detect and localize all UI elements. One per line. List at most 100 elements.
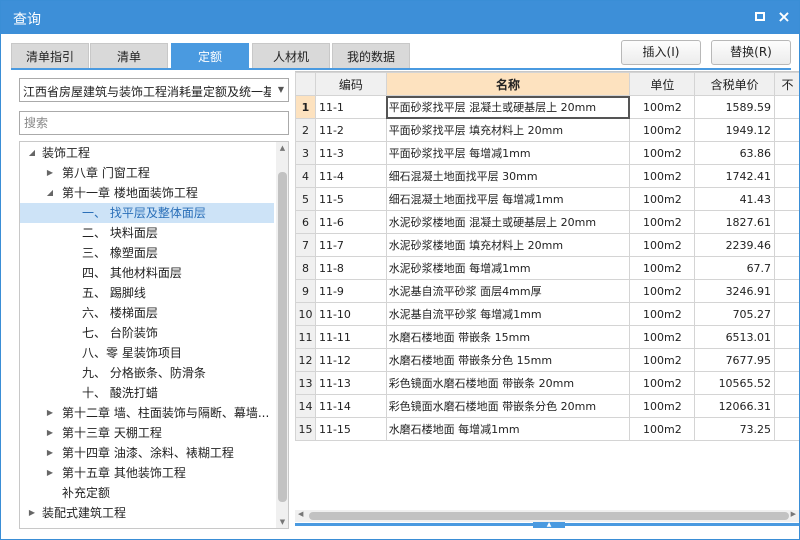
table-row[interactable]: 7 11-7 水泥砂浆楼地面 填充材料上 20mm 100m2 2239.46: [295, 233, 799, 257]
tree-scrollbar[interactable]: ▲ ▼: [276, 142, 288, 528]
tree-item-decoration[interactable]: ◢ 装饰工程: [20, 143, 274, 163]
table-row[interactable]: 4 11-4 细石混凝土地面找平层 30mm 100m2 1742.41: [295, 164, 799, 188]
cell-extra[interactable]: [774, 279, 799, 303]
collapse-icon[interactable]: ◢: [26, 143, 38, 163]
cell-code[interactable]: 11-9: [314, 279, 387, 303]
cell-name[interactable]: 细石混凝土地面找平层 每增减1mm: [385, 187, 631, 211]
cell-unit[interactable]: 100m2: [629, 187, 696, 211]
cell-code[interactable]: 11-1: [314, 95, 387, 119]
maximize-icon[interactable]: [751, 8, 769, 26]
cell-extra[interactable]: [774, 371, 799, 395]
cell-price[interactable]: 6513.01: [694, 325, 776, 349]
tree-item-supplement[interactable]: 补充定额: [20, 483, 274, 503]
table-row[interactable]: 1 11-1 平面砂浆找平层 混凝土或硬基层上 20mm 100m2 1589.…: [295, 95, 799, 119]
table-row[interactable]: 8 11-8 水泥砂浆楼地面 每增减1mm 100m2 67.7: [295, 256, 799, 280]
cell-unit[interactable]: 100m2: [629, 164, 696, 188]
tree-item-section-10[interactable]: 十、 酸洗打蜡: [20, 383, 274, 403]
title-bar[interactable]: 查询 ×: [1, 1, 799, 34]
tree-item-section-1[interactable]: 一、 找平层及整体面层: [20, 203, 274, 223]
cell-name[interactable]: 平面砂浆找平层 混凝土或硬基层上 20mm: [385, 95, 631, 119]
cell-unit[interactable]: 100m2: [629, 302, 696, 326]
cell-unit[interactable]: 100m2: [629, 394, 696, 418]
expand-icon[interactable]: ▶: [44, 443, 56, 463]
cell-code[interactable]: 11-5: [314, 187, 387, 211]
cell-unit[interactable]: 100m2: [629, 371, 696, 395]
table-row[interactable]: 14 11-14 彩色镜面水磨石楼地面 带嵌条分色 20mm 100m2 120…: [295, 394, 799, 418]
cell-unit[interactable]: 100m2: [629, 279, 696, 303]
cell-extra[interactable]: [774, 233, 799, 257]
cell-name[interactable]: 平面砂浆找平层 每增减1mm: [385, 141, 631, 165]
cell-name[interactable]: 彩色镜面水磨石楼地面 带嵌条分色 20mm: [385, 394, 631, 418]
cell-name[interactable]: 水泥基自流平砂浆 面层4mm厚: [385, 279, 631, 303]
cell-unit[interactable]: 100m2: [629, 256, 696, 280]
cell-name[interactable]: 水泥砂浆楼地面 混凝土或硬基层上 20mm: [385, 210, 631, 234]
tree-item-section-9[interactable]: 九、 分格嵌条、防滑条: [20, 363, 274, 383]
tree-item-section-2[interactable]: 二、 块料面层: [20, 223, 274, 243]
expand-icon[interactable]: ▶: [26, 503, 38, 523]
scroll-down-icon[interactable]: ▼: [276, 518, 288, 526]
cell-price[interactable]: 10565.52: [694, 371, 776, 395]
cell-name[interactable]: 平面砂浆找平层 填充材料上 20mm: [385, 118, 631, 142]
cell-extra[interactable]: [774, 141, 799, 165]
tree-item-chapter-12[interactable]: ▶ 第十二章 墙、柱面装饰与隔断、幕墙...: [20, 403, 274, 423]
scroll-up-icon[interactable]: ▲: [276, 144, 288, 152]
cell-extra[interactable]: [774, 164, 799, 188]
cell-unit[interactable]: 100m2: [629, 417, 696, 441]
tab-my-data[interactable]: 我的数据: [332, 43, 410, 69]
cell-price[interactable]: 1827.61: [694, 210, 776, 234]
cell-extra[interactable]: [774, 394, 799, 418]
cell-code[interactable]: 11-13: [314, 371, 387, 395]
library-select[interactable]: 江西省房屋建筑与装饰工程消耗量定额及统一基价表(2017) ▼: [19, 78, 289, 102]
cell-price[interactable]: 705.27: [694, 302, 776, 326]
scroll-right-icon[interactable]: ▶: [791, 510, 796, 518]
tab-bill-guide[interactable]: 清单指引: [11, 43, 89, 69]
cell-code[interactable]: 11-15: [314, 417, 387, 441]
cell-unit[interactable]: 100m2: [629, 141, 696, 165]
cell-extra[interactable]: [774, 187, 799, 211]
tree-item-section-8[interactable]: 八、零 星装饰项目: [20, 343, 274, 363]
tree-item-section-4[interactable]: 四、 其他材料面层: [20, 263, 274, 283]
cell-name[interactable]: 水泥砂浆楼地面 每增减1mm: [385, 256, 631, 280]
table-row[interactable]: 2 11-2 平面砂浆找平层 填充材料上 20mm 100m2 1949.12: [295, 118, 799, 142]
cell-extra[interactable]: [774, 256, 799, 280]
cell-code[interactable]: 11-6: [314, 210, 387, 234]
tab-quota[interactable]: 定额: [171, 43, 249, 69]
cell-extra[interactable]: [774, 417, 799, 441]
table-row[interactable]: 3 11-3 平面砂浆找平层 每增减1mm 100m2 63.86: [295, 141, 799, 165]
cell-unit[interactable]: 100m2: [629, 348, 696, 372]
expand-icon[interactable]: ▶: [44, 463, 56, 483]
cell-price[interactable]: 2239.46: [694, 233, 776, 257]
cell-extra[interactable]: [774, 348, 799, 372]
table-row[interactable]: 9 11-9 水泥基自流平砂浆 面层4mm厚 100m2 3246.91: [295, 279, 799, 303]
cell-price[interactable]: 41.43: [694, 187, 776, 211]
col-header-unit[interactable]: 单位: [629, 72, 696, 96]
cell-code[interactable]: 11-12: [314, 348, 387, 372]
tree-item-chapter-11[interactable]: ◢ 第十一章 楼地面装饰工程: [20, 183, 274, 203]
cell-unit[interactable]: 100m2: [629, 95, 696, 119]
cell-name[interactable]: 细石混凝土地面找平层 30mm: [385, 164, 631, 188]
cell-extra[interactable]: [774, 118, 799, 142]
cell-unit[interactable]: 100m2: [629, 118, 696, 142]
tree-item-chapter-13[interactable]: ▶ 第十三章 天棚工程: [20, 423, 274, 443]
cell-unit[interactable]: 100m2: [629, 325, 696, 349]
cell-name[interactable]: 水磨石楼地面 带嵌条 15mm: [385, 325, 631, 349]
cell-code[interactable]: 11-7: [314, 233, 387, 257]
cell-price[interactable]: 73.25: [694, 417, 776, 441]
cell-price[interactable]: 3246.91: [694, 279, 776, 303]
cell-name[interactable]: 水磨石楼地面 带嵌条分色 15mm: [385, 348, 631, 372]
cell-price[interactable]: 12066.31: [694, 394, 776, 418]
cell-code[interactable]: 11-10: [314, 302, 387, 326]
splitter-grip-icon[interactable]: ▲: [533, 522, 565, 528]
col-header-code[interactable]: 编码: [314, 72, 387, 96]
expand-icon[interactable]: ▶: [44, 163, 56, 183]
replace-button[interactable]: 替换(R): [711, 40, 791, 65]
expand-icon[interactable]: ▶: [44, 423, 56, 443]
table-row[interactable]: 5 11-5 细石混凝土地面找平层 每增减1mm 100m2 41.43: [295, 187, 799, 211]
table-row[interactable]: 15 11-15 水磨石楼地面 每增减1mm 100m2 73.25: [295, 417, 799, 441]
cell-code[interactable]: 11-8: [314, 256, 387, 280]
collapse-icon[interactable]: ◢: [44, 183, 56, 203]
cell-name[interactable]: 水磨石楼地面 每增减1mm: [385, 417, 631, 441]
cell-extra[interactable]: [774, 95, 799, 119]
cell-unit[interactable]: 100m2: [629, 210, 696, 234]
table-row[interactable]: 13 11-13 彩色镜面水磨石楼地面 带嵌条 20mm 100m2 10565…: [295, 371, 799, 395]
